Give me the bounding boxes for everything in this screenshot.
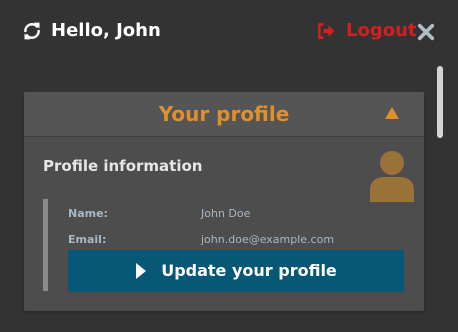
- logout-label: Logout: [346, 20, 417, 41]
- profile-panel: Your profile Profile information Name: J…: [24, 92, 424, 311]
- vertical-scrollbar[interactable]: [437, 66, 445, 332]
- top-bar: Hello, John Logout: [0, 0, 458, 62]
- section-title: Profile information: [43, 157, 203, 175]
- update-profile-label: Update your profile: [161, 261, 337, 280]
- logout-arrow-icon: [318, 23, 335, 39]
- logout-button[interactable]: Logout: [316, 19, 417, 43]
- play-icon: [136, 263, 147, 279]
- user-avatar-icon: [370, 151, 414, 202]
- refresh-icon[interactable]: [22, 21, 42, 41]
- field-value: john.doe@example.com: [201, 233, 335, 246]
- scrollbar-thumb[interactable]: [437, 66, 443, 138]
- field-label: Name:: [68, 207, 108, 220]
- field-label: Email:: [68, 233, 107, 246]
- close-x-icon[interactable]: [417, 23, 435, 41]
- update-profile-button[interactable]: Update your profile: [68, 250, 404, 292]
- caret-up-icon[interactable]: [385, 107, 399, 119]
- profile-window: Hello, John Logout Your profile Profile …: [0, 0, 458, 332]
- greeting-text: Hello, John: [51, 20, 161, 41]
- profile-panel-title: Your profile: [158, 102, 290, 126]
- info-accent-bar: [43, 199, 48, 291]
- field-value: John Doe: [201, 207, 251, 220]
- profile-panel-header[interactable]: Your profile: [24, 92, 424, 137]
